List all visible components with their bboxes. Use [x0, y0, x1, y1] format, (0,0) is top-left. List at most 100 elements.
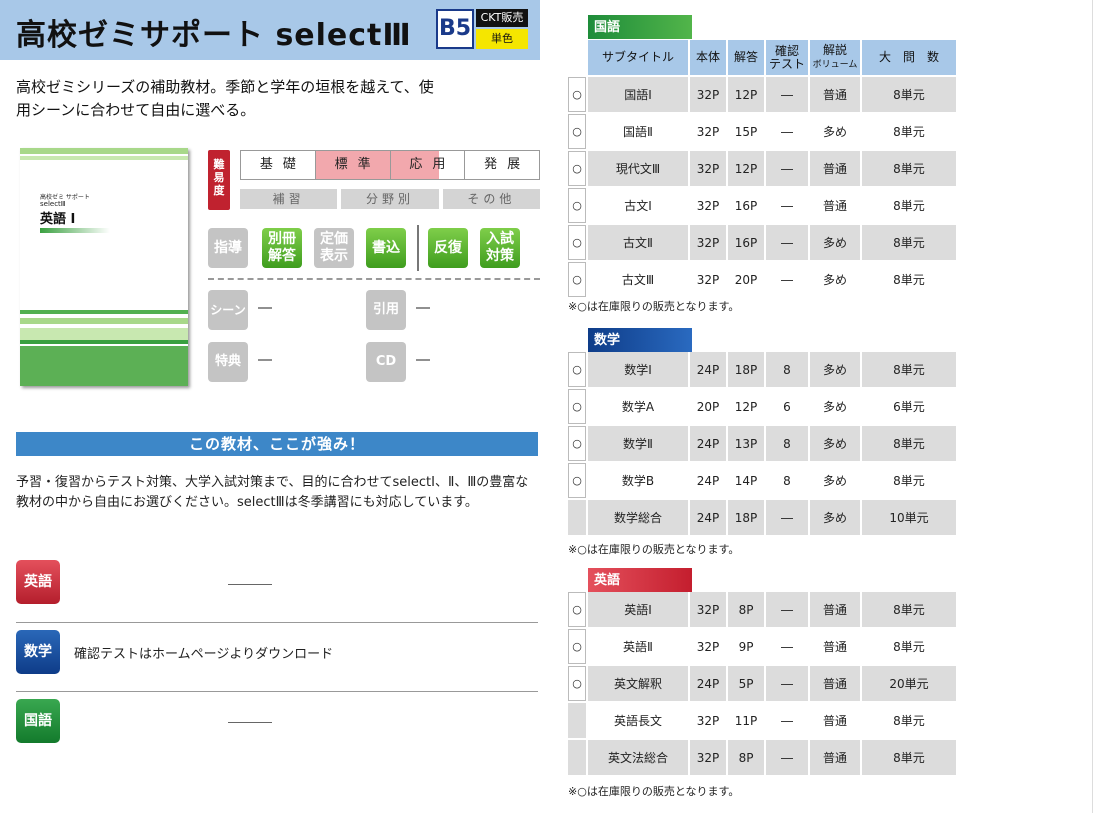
- size-badge: B5: [436, 9, 474, 49]
- intro-text: 高校ゼミシリーズの補助教材。季節と学年の垣根を越えて、使 用シーンに合わせて自由…: [16, 78, 434, 119]
- stock-mark: ○: [568, 151, 586, 186]
- math-table: ○ 数学Ⅰ 24P 18P 8 多め 8単元 ○ 数学A 20P 12P 6 多め 6単元 ○ 数学Ⅱ 24P 1…: [566, 350, 958, 537]
- cell-pages: 32P: [690, 740, 726, 775]
- stock-mark: ○: [568, 463, 586, 498]
- cell-test: 8: [766, 426, 808, 461]
- table-row: ○ 数学Ⅰ 24P 18P 8 多め 8単元: [568, 352, 956, 387]
- cd-label: CD: [366, 342, 406, 382]
- stock-mark: [568, 740, 586, 775]
- cell-answer: 12P: [728, 389, 764, 424]
- level-advanced: 発展: [484, 157, 531, 172]
- cell-test: 8: [766, 463, 808, 498]
- stock-mark: [568, 703, 586, 738]
- cell-volume: 普通: [810, 188, 860, 223]
- table-row: ○ 英語Ⅱ 32P 9P ― 普通 8単元: [568, 629, 956, 664]
- cell-volume: 多め: [810, 500, 860, 535]
- cell-answer: 12P: [728, 77, 764, 112]
- table-row: ○ 英語Ⅰ 32P 8P ― 普通 8単元: [568, 592, 956, 627]
- bonus-value: ―: [258, 352, 272, 368]
- cell-pages: 24P: [690, 500, 726, 535]
- cell-pages: 24P: [690, 463, 726, 498]
- cell-test: ―: [766, 114, 808, 149]
- col-pages: 本体: [690, 40, 726, 75]
- page-edge: [1092, 0, 1093, 813]
- stock-mark: ○: [568, 629, 586, 664]
- stock-mark: ○: [568, 114, 586, 149]
- cell-title: 数学B: [588, 463, 688, 498]
- cell-units: 10単元: [862, 500, 956, 535]
- table-row: ○ 国語Ⅰ 32P 12P ― 普通 8単元: [568, 77, 956, 112]
- stock-note: ※○は在庫限りの販売となります。: [568, 543, 740, 556]
- stock-mark: ○: [568, 352, 586, 387]
- col-volume: 解説 ボリューム: [810, 40, 860, 75]
- stock-mark: [568, 500, 586, 535]
- cell-answer: 18P: [728, 352, 764, 387]
- cell-units: 8単元: [862, 426, 956, 461]
- cell-volume: 多め: [810, 262, 860, 297]
- cell-volume: 多め: [810, 114, 860, 149]
- stock-mark: ○: [568, 77, 586, 112]
- cell-units: 8単元: [862, 592, 956, 627]
- feature-repetition: 反復: [428, 228, 468, 268]
- cell-units: 8単元: [862, 703, 956, 738]
- table-row: ○ 数学B 24P 14P 8 多め 8単元: [568, 463, 956, 498]
- no-note-line: [228, 722, 272, 723]
- cell-answer: 8P: [728, 740, 764, 775]
- feature-exam-prep: 入試対策: [480, 228, 520, 268]
- dashed-divider: [208, 278, 540, 280]
- cell-test: ―: [766, 629, 808, 664]
- cell-units: 8単元: [862, 225, 956, 260]
- level-standard: 標準: [315, 151, 391, 179]
- cell-title: 数学A: [588, 389, 688, 424]
- col-units: 大 問 数: [862, 40, 956, 75]
- table-row: ○ 古文Ⅲ 32P 20P ― 多め 8単元: [568, 262, 956, 297]
- stock-mark: ○: [568, 426, 586, 461]
- cell-test: ―: [766, 188, 808, 223]
- cell-volume: 多め: [810, 225, 860, 260]
- table-row: 英文法総合 32P 8P ― 普通 8単元: [568, 740, 956, 775]
- table-row: ○ 国語Ⅱ 32P 15P ― 多め 8単元: [568, 114, 956, 149]
- stock-mark: ○: [568, 225, 586, 260]
- cell-units: 6単元: [862, 389, 956, 424]
- cell-pages: 32P: [690, 592, 726, 627]
- cell-answer: 12P: [728, 151, 764, 186]
- cell-pages: 20P: [690, 389, 726, 424]
- difficulty-levels: 基礎 標準 応用 発展: [240, 150, 540, 180]
- cell-volume: 普通: [810, 666, 860, 701]
- feature-price-display: 定価表示: [314, 228, 354, 268]
- cell-pages: 24P: [690, 426, 726, 461]
- cover-subject: 英語 Ⅰ: [40, 212, 76, 227]
- section-math-header: 数学: [588, 328, 692, 352]
- strengths-text: 予習・復習からテスト対策、大学入試対策まで、目的に合わせてselectⅠ、Ⅱ、Ⅲ…: [16, 475, 529, 510]
- cell-test: ―: [766, 740, 808, 775]
- table-row: ○ 数学Ⅱ 24P 13P 8 多め 8単元: [568, 426, 956, 461]
- cell-pages: 32P: [690, 629, 726, 664]
- cell-test: 6: [766, 389, 808, 424]
- no-note-line: [228, 584, 272, 585]
- math-note: 確認テストはホームページよりダウンロード: [74, 647, 334, 662]
- cell-title: 数学総合: [588, 500, 688, 535]
- cell-test: ―: [766, 666, 808, 701]
- color-badge: 単色: [476, 29, 528, 49]
- difficulty-badge: 難易度: [208, 150, 230, 210]
- cell-units: 8単元: [862, 77, 956, 112]
- col-subtitle: サブタイトル: [588, 40, 688, 75]
- divider: [16, 622, 538, 623]
- cell-volume: 普通: [810, 740, 860, 775]
- cell-answer: 16P: [728, 225, 764, 260]
- table-row: ○ 数学A 20P 12P 6 多め 6単元: [568, 389, 956, 424]
- category-remedial: 補習: [240, 189, 338, 209]
- category-by-field: 分野別: [341, 189, 439, 209]
- cell-answer: 20P: [728, 262, 764, 297]
- cell-test: ―: [766, 500, 808, 535]
- cell-test: ―: [766, 151, 808, 186]
- stock-mark: ○: [568, 592, 586, 627]
- page-title: 高校ゼミサポート selectⅢ: [16, 18, 412, 53]
- cell-pages: 32P: [690, 262, 726, 297]
- cell-pages: 32P: [690, 77, 726, 112]
- cell-test: ―: [766, 703, 808, 738]
- cell-answer: 8P: [728, 592, 764, 627]
- divider: [417, 225, 419, 271]
- level-applied: 応用: [390, 151, 466, 179]
- cell-title: 英文解釈: [588, 666, 688, 701]
